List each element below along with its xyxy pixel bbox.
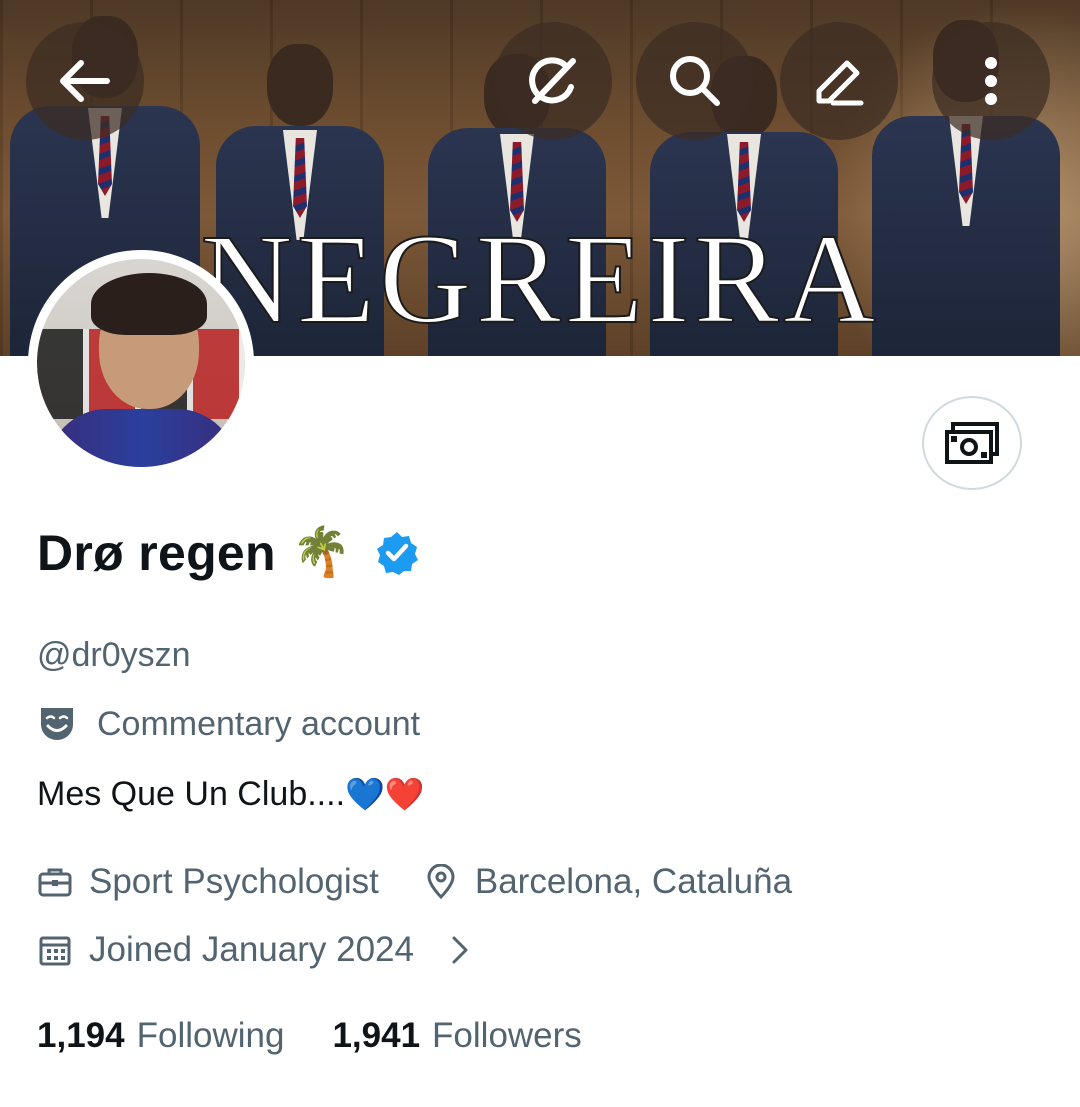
followers-count: 1,941 — [332, 1016, 421, 1055]
pencil-icon — [816, 60, 864, 106]
profession-label: Sport Psychologist — [89, 862, 379, 901]
grok-icon — [529, 57, 576, 104]
verified-badge-icon[interactable] — [374, 530, 420, 576]
profile-bio: Mes Que Un Club....💙❤️ — [37, 775, 425, 814]
briefcase-icon — [38, 868, 72, 897]
calendar-icon — [39, 936, 71, 966]
money-icon — [945, 422, 999, 464]
avatar-photo — [37, 259, 245, 467]
display-name: Drø regen — [37, 525, 276, 581]
profile-handle: @dr0yszn — [37, 636, 191, 674]
back-button[interactable] — [26, 22, 144, 140]
location-label: Barcelona, Cataluña — [474, 862, 793, 901]
name-row: Drø regen 🌴 — [37, 524, 420, 582]
profile-avatar[interactable] — [28, 250, 254, 476]
category-label: Commentary account — [97, 704, 421, 743]
tip-button[interactable] — [922, 396, 1022, 490]
search-icon — [670, 56, 720, 106]
grok-button[interactable] — [494, 22, 612, 140]
joined-label: Joined January 2024 — [89, 930, 414, 969]
follow-stats: 1,194 Following 1,941 Followers — [37, 1016, 582, 1056]
theater-masks-icon — [41, 708, 73, 740]
followers-link[interactable]: 1,941 Followers — [332, 1016, 581, 1056]
following-link[interactable]: 1,194 Following — [37, 1016, 284, 1056]
more-vertical-icon — [985, 57, 997, 105]
search-button[interactable] — [636, 22, 754, 140]
profile-meta-row: Sport Psychologist Barcelona, Cataluña — [37, 862, 792, 902]
location-pin-icon — [427, 864, 455, 900]
bio-text: Mes Que Un Club.... — [37, 775, 346, 813]
following-label: Following — [136, 1016, 285, 1055]
more-button[interactable] — [932, 22, 1050, 140]
palm-tree-emoji: 🌴 — [291, 526, 352, 579]
followers-label: Followers — [432, 1016, 582, 1055]
arrow-left-icon — [60, 60, 110, 102]
edit-button[interactable] — [780, 22, 898, 140]
account-category: Commentary account — [37, 704, 420, 744]
bio-emojis: 💙❤️ — [345, 776, 425, 812]
following-count: 1,194 — [37, 1016, 125, 1055]
joined-row[interactable]: Joined January 2024 — [37, 930, 494, 970]
chevron-right-icon — [452, 936, 468, 964]
